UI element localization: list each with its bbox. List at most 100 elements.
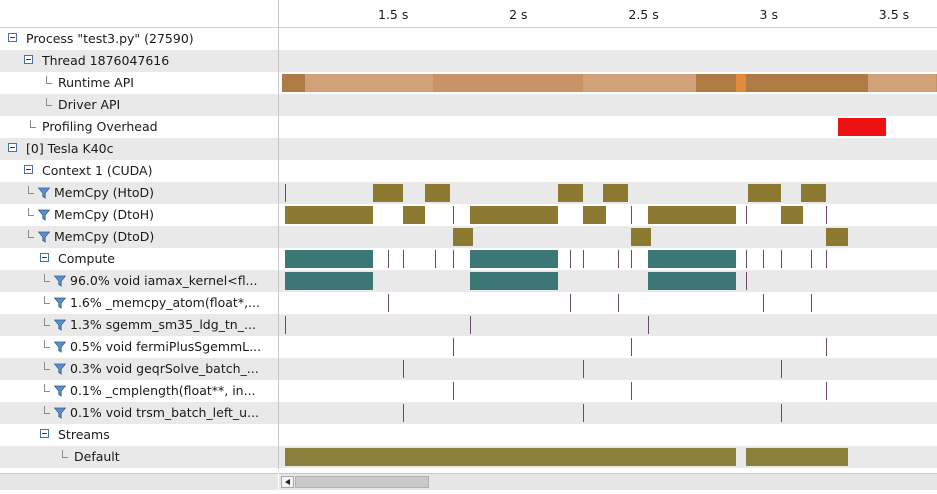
tree-row-dtoh[interactable]: MemCpy (DtoH) bbox=[0, 204, 278, 226]
activity-tick[interactable] bbox=[630, 250, 632, 268]
tree-row-k3[interactable]: 1.3% sgemm_sm35_ldg_tn_... bbox=[0, 314, 278, 336]
tree-row-streams[interactable]: Streams bbox=[0, 424, 278, 446]
tree-row-runtime[interactable]: Runtime API bbox=[0, 72, 278, 94]
lane-dtod[interactable] bbox=[279, 226, 937, 248]
activity-tick[interactable] bbox=[387, 250, 389, 268]
lane-k2[interactable] bbox=[279, 292, 937, 314]
filter-icon[interactable] bbox=[37, 231, 51, 243]
activity-bar[interactable] bbox=[282, 74, 306, 92]
tree-row-overhead[interactable]: Profiling Overhead bbox=[0, 116, 278, 138]
activity-tick[interactable] bbox=[402, 360, 404, 378]
tree-row-default[interactable]: Default bbox=[0, 446, 278, 468]
activity-bar[interactable] bbox=[582, 74, 696, 92]
activity-tick[interactable] bbox=[387, 294, 389, 312]
activity-tick[interactable] bbox=[780, 404, 782, 422]
tree-row-k6[interactable]: 0.1% _cmplength(float**, in... bbox=[0, 380, 278, 402]
lane-k5[interactable] bbox=[279, 358, 937, 380]
activity-tick[interactable] bbox=[780, 360, 782, 378]
lane-compute[interactable] bbox=[279, 248, 937, 270]
activity-tick[interactable] bbox=[402, 250, 404, 268]
activity-bar[interactable] bbox=[285, 272, 373, 290]
activity-bar[interactable] bbox=[285, 448, 736, 466]
activity-tick[interactable] bbox=[630, 338, 632, 356]
activity-tick[interactable] bbox=[763, 294, 765, 312]
filter-icon[interactable] bbox=[53, 363, 67, 375]
activity-bar[interactable] bbox=[630, 228, 651, 246]
activity-tick[interactable] bbox=[570, 294, 572, 312]
activity-tick[interactable] bbox=[780, 250, 782, 268]
activity-tick[interactable] bbox=[285, 316, 286, 334]
activity-tick[interactable] bbox=[825, 206, 827, 224]
tree-row-thread[interactable]: Thread 1876047616 bbox=[0, 50, 278, 72]
activity-tick[interactable] bbox=[745, 206, 747, 224]
activity-tick[interactable] bbox=[582, 360, 584, 378]
activity-bar[interactable] bbox=[452, 228, 473, 246]
tree-row-driver[interactable]: Driver API bbox=[0, 94, 278, 116]
tree-row-k1[interactable]: 96.0% void iamax_kernel<fl... bbox=[0, 270, 278, 292]
activity-tick[interactable] bbox=[810, 294, 812, 312]
activity-bar[interactable] bbox=[868, 74, 937, 92]
filter-icon[interactable] bbox=[53, 341, 67, 353]
lane-device[interactable] bbox=[279, 138, 937, 160]
activity-bar[interactable] bbox=[838, 118, 886, 136]
lane-runtime[interactable] bbox=[279, 72, 937, 94]
activity-tick[interactable] bbox=[630, 382, 632, 400]
lane-overhead[interactable] bbox=[279, 116, 937, 138]
activity-bar[interactable] bbox=[432, 74, 583, 92]
activity-bar[interactable] bbox=[748, 184, 781, 202]
activity-bar[interactable] bbox=[603, 184, 629, 202]
activity-tick[interactable] bbox=[618, 294, 620, 312]
activity-bar[interactable] bbox=[695, 74, 736, 92]
tree-row-context[interactable]: Context 1 (CUDA) bbox=[0, 160, 278, 182]
activity-bar[interactable] bbox=[648, 250, 736, 268]
scroll-thumb[interactable] bbox=[295, 476, 429, 488]
activity-tick[interactable] bbox=[470, 316, 472, 334]
lane-process[interactable] bbox=[279, 28, 937, 50]
collapse-icon[interactable] bbox=[8, 33, 17, 42]
activity-tick[interactable] bbox=[810, 250, 812, 268]
lane-default[interactable] bbox=[279, 446, 937, 468]
activity-tick[interactable] bbox=[745, 272, 747, 290]
collapse-icon[interactable] bbox=[40, 429, 49, 438]
activity-bar[interactable] bbox=[557, 184, 583, 202]
activity-bar[interactable] bbox=[470, 206, 558, 224]
filter-icon[interactable] bbox=[37, 187, 51, 199]
activity-tick[interactable] bbox=[285, 184, 286, 202]
activity-bar[interactable] bbox=[648, 272, 736, 290]
tree-row-k4[interactable]: 0.5% void fermiPlusSgemmL... bbox=[0, 336, 278, 358]
activity-bar[interactable] bbox=[285, 206, 373, 224]
activity-tick[interactable] bbox=[570, 250, 572, 268]
timeline-panel[interactable]: 1.5 s 2 s 2.5 s 3 s 3.5 s bbox=[279, 0, 937, 470]
activity-tick[interactable] bbox=[582, 404, 584, 422]
lane-dtoh[interactable] bbox=[279, 204, 937, 226]
tree-row-k7[interactable]: 0.1% void trsm_batch_left_u... bbox=[0, 402, 278, 424]
activity-bar[interactable] bbox=[800, 184, 826, 202]
lane-streams[interactable] bbox=[279, 424, 937, 446]
activity-bar[interactable] bbox=[285, 250, 373, 268]
lane-k7[interactable] bbox=[279, 402, 937, 424]
lane-k1[interactable] bbox=[279, 270, 937, 292]
activity-bar[interactable] bbox=[582, 206, 606, 224]
horizontal-scrollbar[interactable] bbox=[279, 473, 937, 490]
activity-tick[interactable] bbox=[452, 206, 454, 224]
filter-icon[interactable] bbox=[53, 297, 67, 309]
activity-bar[interactable] bbox=[470, 250, 558, 268]
collapse-icon[interactable] bbox=[40, 253, 49, 262]
lane-k6[interactable] bbox=[279, 380, 937, 402]
activity-tick[interactable] bbox=[452, 250, 454, 268]
filter-icon[interactable] bbox=[53, 275, 67, 287]
activity-tick[interactable] bbox=[452, 338, 454, 356]
activity-bar[interactable] bbox=[780, 206, 804, 224]
activity-tick[interactable] bbox=[630, 206, 632, 224]
activity-bar[interactable] bbox=[402, 206, 426, 224]
collapse-icon[interactable] bbox=[8, 143, 17, 152]
tree-row-device[interactable]: [0] Tesla K40c bbox=[0, 138, 278, 160]
filter-icon[interactable] bbox=[37, 209, 51, 221]
lane-k4[interactable] bbox=[279, 336, 937, 358]
lane-driver[interactable] bbox=[279, 94, 937, 116]
activity-bar[interactable] bbox=[745, 448, 849, 466]
collapse-icon[interactable] bbox=[24, 55, 33, 64]
activity-bar[interactable] bbox=[305, 74, 433, 92]
activity-tick[interactable] bbox=[402, 404, 404, 422]
activity-bar[interactable] bbox=[425, 184, 451, 202]
